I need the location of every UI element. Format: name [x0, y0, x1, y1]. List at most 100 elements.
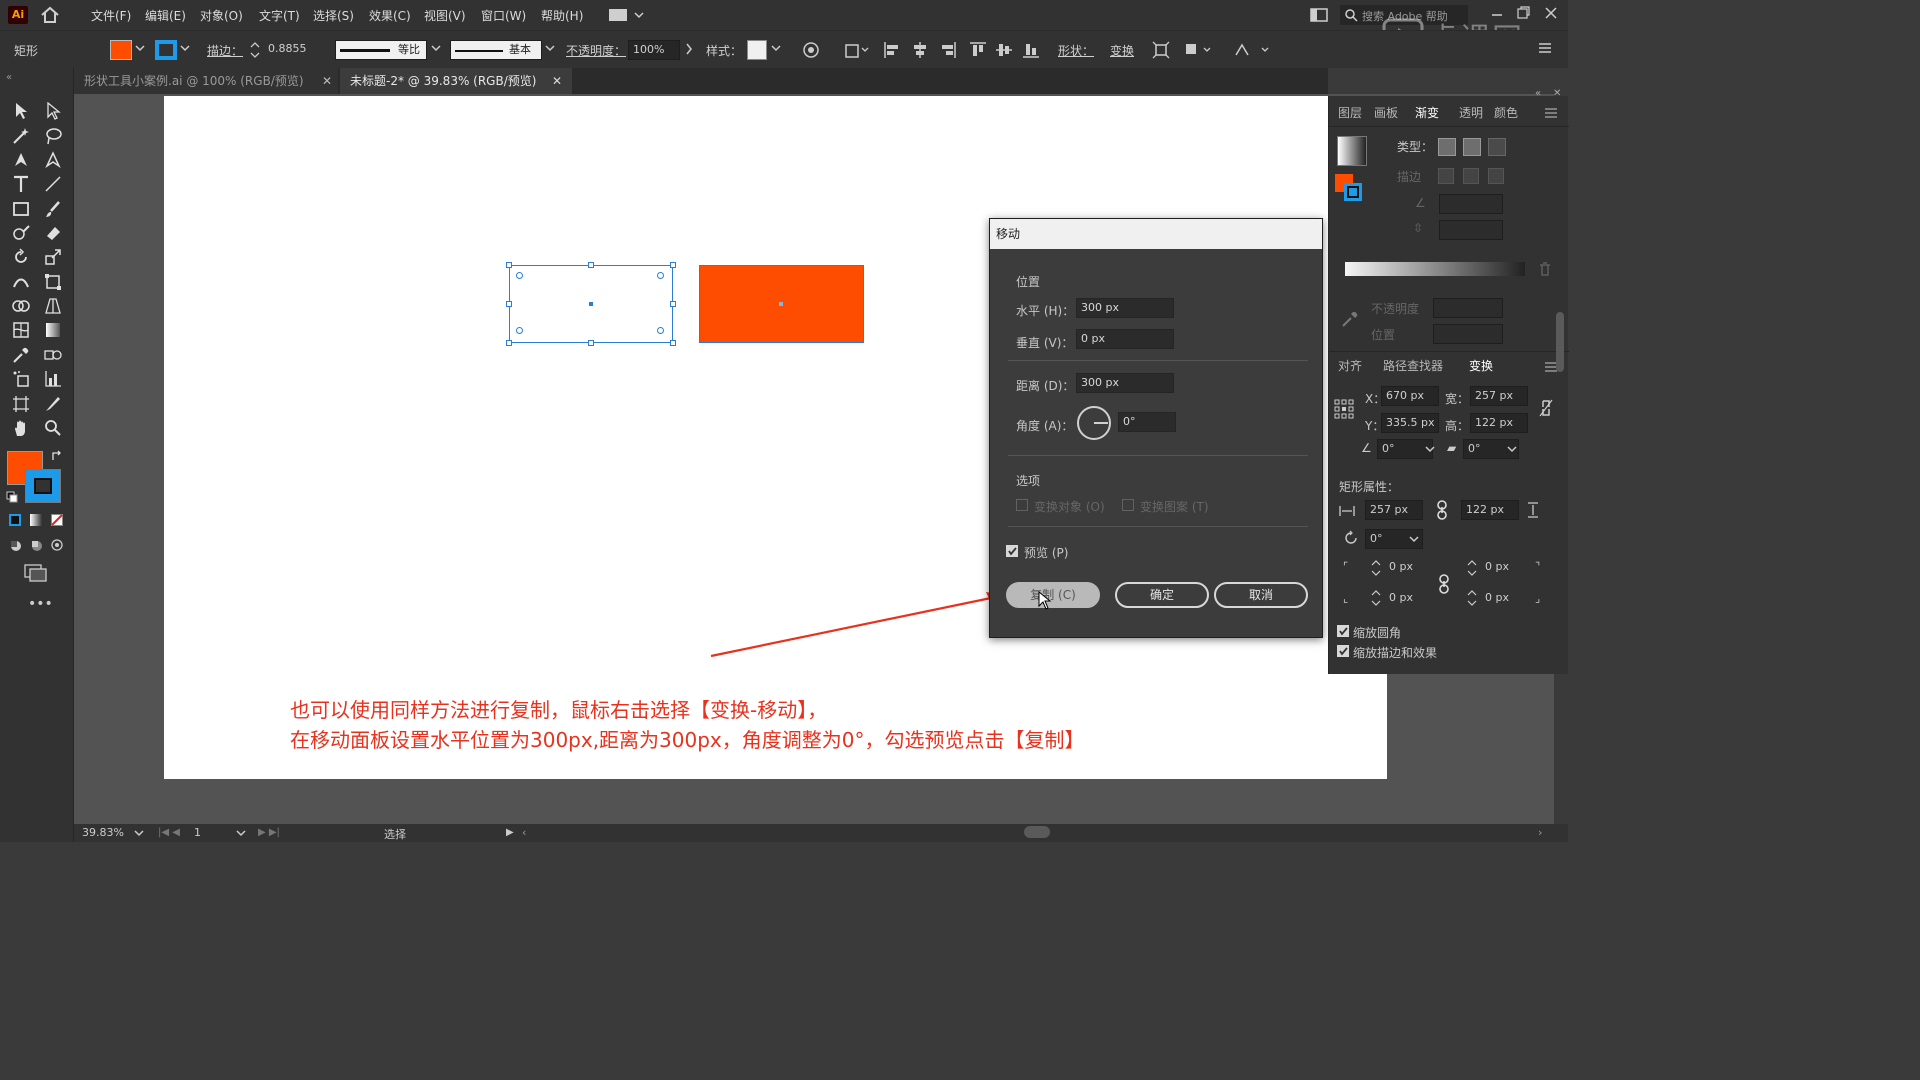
stepper-icon[interactable]	[1467, 560, 1477, 576]
stepper-icon[interactable]	[250, 41, 260, 59]
panel-close-icon[interactable]: ✕	[1553, 88, 1561, 99]
chevron-down-icon[interactable]	[134, 828, 144, 838]
tab-align[interactable]: 对齐	[1338, 357, 1362, 374]
stroke-label[interactable]: 描边：	[207, 42, 243, 59]
selection-handle[interactable]	[670, 262, 676, 268]
horizontal-input[interactable]: 300 px	[1076, 298, 1174, 318]
transform-patterns-checkbox[interactable]	[1122, 499, 1134, 511]
workspace-switcher-icon[interactable]	[609, 8, 645, 22]
gradient-aspect-input[interactable]	[1439, 220, 1503, 240]
align-bottom-icon[interactable]	[1022, 41, 1040, 59]
x-input[interactable]: 670 px	[1381, 386, 1439, 406]
last-artboard-icon[interactable]: ▶ ▶|	[258, 827, 280, 838]
selection-tool-icon[interactable]	[8, 100, 34, 122]
gradient-slider[interactable]	[1345, 262, 1525, 276]
corner-tl-input[interactable]: 0 px	[1385, 558, 1433, 578]
chevron-down-icon[interactable]	[1425, 444, 1435, 454]
stroke-profile-select[interactable]: 等比	[335, 40, 427, 60]
close-tab-icon[interactable]: ✕	[322, 68, 332, 94]
corner-br-input[interactable]: 0 px	[1481, 589, 1529, 609]
align-right-icon[interactable]	[939, 41, 957, 59]
slice-tool-icon[interactable]	[40, 393, 66, 415]
tab-transparency[interactable]: 透明	[1459, 104, 1483, 121]
height-input[interactable]: 122 px	[1470, 413, 1528, 433]
stroke-color-box[interactable]	[25, 469, 61, 503]
menu-select[interactable]: 选择(S)	[313, 7, 354, 24]
stepper-icon[interactable]	[1467, 590, 1477, 606]
selection-handle[interactable]	[506, 340, 512, 346]
scroll-right-icon[interactable]: ›	[1538, 826, 1542, 839]
close-tab-icon[interactable]: ✕	[552, 68, 562, 94]
opacity-input[interactable]: 100%	[628, 40, 680, 60]
gradient-opacity-input[interactable]	[1433, 298, 1503, 318]
menu-view[interactable]: 视图(V)	[424, 7, 466, 24]
magic-wand-tool-icon[interactable]	[8, 125, 34, 147]
scale-tool-icon[interactable]	[40, 246, 66, 268]
preview-rectangle[interactable]	[699, 265, 864, 343]
free-transform-tool-icon[interactable]	[40, 271, 66, 293]
fill-color-swatch[interactable]	[110, 40, 132, 60]
ok-button[interactable]: 确定	[1115, 582, 1209, 608]
default-colors-icon[interactable]	[6, 491, 18, 503]
tab-gradient[interactable]: 渐变	[1415, 104, 1439, 121]
shape-builder-tool-icon[interactable]	[8, 295, 34, 317]
line-tool-icon[interactable]	[40, 173, 66, 195]
shape-label[interactable]: 形状：	[1058, 42, 1094, 59]
menu-help[interactable]: 帮助(H)	[541, 7, 583, 24]
align-vcenter-icon[interactable]	[995, 41, 1013, 59]
menu-object[interactable]: 对象(O)	[200, 7, 243, 24]
opacity-label[interactable]: 不透明度：	[566, 42, 626, 59]
menu-icon[interactable]	[1538, 41, 1552, 55]
tab-pathfinder[interactable]: 路径查找器	[1383, 357, 1443, 374]
rotate-tool-icon[interactable]	[8, 246, 34, 268]
puppet-warp-icon[interactable]	[1234, 41, 1270, 59]
selection-handle[interactable]	[506, 301, 512, 307]
more-tools-icon[interactable]: •••	[28, 596, 53, 612]
draw-inside-icon[interactable]	[51, 539, 63, 551]
chevron-down-icon[interactable]	[545, 43, 555, 53]
chevron-down-icon[interactable]	[135, 43, 145, 53]
link-icon[interactable]	[1435, 500, 1449, 520]
corner-widget[interactable]	[516, 272, 523, 279]
type-tool-icon[interactable]	[8, 173, 34, 195]
selection-handle[interactable]	[670, 301, 676, 307]
tab-artboards[interactable]: 画板	[1374, 104, 1398, 121]
dialog-title[interactable]: 移动	[990, 219, 1322, 249]
transform-ref-icon[interactable]	[845, 41, 871, 59]
stepper-icon[interactable]	[1371, 560, 1381, 576]
artboard-tool-icon[interactable]	[8, 393, 34, 415]
symbol-sprayer-tool-icon[interactable]	[8, 368, 34, 390]
angle-dial-icon[interactable]	[1076, 405, 1112, 441]
zoom-tool-icon[interactable]	[40, 417, 66, 439]
link-corners-icon[interactable]	[1437, 574, 1451, 594]
chevron-down-icon[interactable]	[1507, 444, 1517, 454]
copy-button[interactable]: 复制 (C)	[1006, 582, 1100, 608]
align-left-icon[interactable]	[883, 41, 901, 59]
curvature-tool-icon[interactable]	[40, 149, 66, 171]
y-input[interactable]: 335.5 px	[1381, 413, 1439, 433]
corner-tr-input[interactable]: 0 px	[1481, 558, 1529, 578]
stroke-across-button[interactable]	[1488, 168, 1504, 184]
rect-width-input[interactable]: 257 px	[1365, 500, 1423, 520]
scroll-left-icon[interactable]: ‹	[522, 826, 526, 839]
selection-handle[interactable]	[588, 340, 594, 346]
isolate-icon[interactable]	[1152, 41, 1170, 59]
freeform-gradient-button[interactable]	[1488, 138, 1506, 156]
corner-widget[interactable]	[657, 327, 664, 334]
corner-widget[interactable]	[657, 272, 664, 279]
stroke-weight-input[interactable]: 0.8855	[264, 40, 326, 60]
draw-normal-icon[interactable]	[9, 539, 23, 553]
perspective-grid-tool-icon[interactable]	[40, 295, 66, 317]
gradient-position-input[interactable]	[1433, 324, 1503, 344]
selection-handle[interactable]	[588, 262, 594, 268]
stepper-icon[interactable]	[1371, 590, 1381, 606]
rect-height-input[interactable]: 122 px	[1461, 500, 1519, 520]
swap-colors-icon[interactable]	[50, 449, 64, 463]
width-tool-icon[interactable]	[8, 271, 34, 293]
status-menu-icon[interactable]: ▶	[506, 827, 514, 838]
cancel-button[interactable]: 取消	[1214, 582, 1308, 608]
chevron-down-icon[interactable]	[1409, 534, 1419, 544]
hand-tool-icon[interactable]	[8, 417, 34, 439]
gradient-stroke-swatch[interactable]	[1344, 183, 1362, 201]
stroke-along-button[interactable]	[1463, 168, 1479, 184]
